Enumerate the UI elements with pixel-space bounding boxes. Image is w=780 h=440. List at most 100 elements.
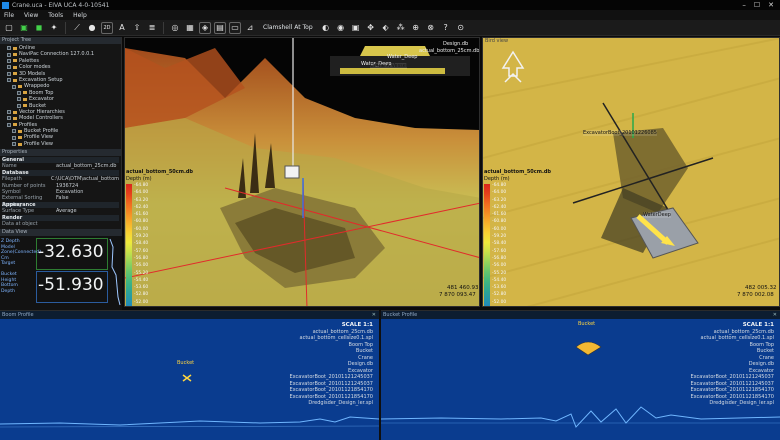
crane-icon[interactable]: ⟋ [71, 22, 83, 34]
folder-icon [18, 136, 22, 140]
legend-value: -60.80 [134, 219, 149, 225]
readout-label-depth: Z Depth Model Zone(Connected) Cm Target [1, 239, 42, 266]
eye-icon[interactable]: ◉ [335, 22, 347, 34]
checkbox-icon[interactable] [7, 116, 11, 121]
property-value[interactable]: Average [56, 208, 77, 214]
ruler-icon[interactable]: ▭ [229, 21, 241, 34]
layer-list-right: SCALE 1:1 actual_bottom_25cm.db actual_bot… [691, 322, 775, 407]
legend-value: -60.80 [492, 219, 507, 225]
tag-icon[interactable]: ⬖ [380, 22, 392, 34]
checkbox-icon[interactable] [12, 142, 16, 147]
grid-icon[interactable]: ▦ [184, 22, 196, 34]
menu-view[interactable]: View [24, 12, 38, 19]
boom-profile-panel[interactable]: Boom Profile ✕ Bucket SCALE 1:1 actual_bot… [0, 310, 379, 440]
layer-item[interactable]: actual_bottom_cellsize0.1.spl [691, 335, 775, 342]
minimize-button[interactable]: – [742, 1, 746, 9]
checkbox-icon[interactable] [17, 97, 21, 102]
camera-icon[interactable]: ◐ [320, 22, 332, 34]
new-file-icon[interactable]: ▢ [3, 22, 15, 34]
layer-item[interactable]: Dredgisder_Design_ler.spl [290, 400, 373, 407]
tree-item[interactable]: Profile View [2, 141, 119, 147]
legend-value: -62.40 [492, 204, 507, 210]
folder-icon [13, 53, 17, 57]
checkbox-icon[interactable] [7, 46, 11, 51]
close-panel-icon[interactable]: ✕ [372, 311, 379, 319]
data-view-header: Data View [0, 229, 122, 236]
property-value[interactable]: False [56, 195, 69, 201]
bird-view-viewport[interactable]: Bird view actual_bottom_50cm.db Depth (m… [482, 37, 780, 307]
view-preset-label[interactable]: Clamshell At Top [259, 24, 317, 31]
compass-icon[interactable]: ⊗ [425, 22, 437, 34]
help-icon[interactable]: ? [440, 22, 452, 34]
layer-item[interactable]: ExcavatorBoot_20101121854170 [691, 387, 775, 394]
legend-value: -63.20 [134, 197, 149, 203]
menu-help[interactable]: Help [73, 12, 87, 19]
globe-icon[interactable]: ⊕ [410, 22, 422, 34]
legend-value: -64.80 [492, 183, 507, 188]
checkbox-icon[interactable] [17, 103, 21, 108]
folder-icon [23, 91, 27, 95]
profile-area: Boom Profile ✕ Bucket SCALE 1:1 actual_bot… [0, 310, 780, 440]
boom-profile-title: Boom Profile [2, 312, 34, 318]
menu-tools[interactable]: Tools [48, 12, 63, 19]
view-3d-icon[interactable]: ◈ [199, 21, 211, 34]
record-icon[interactable]: ● [86, 22, 98, 34]
legend-value: -53.60 [492, 285, 507, 291]
actual-bottom-label: actual_bottom_25cm.db [419, 48, 480, 54]
open-folder-icon[interactable]: ▣ [18, 22, 30, 34]
bucket-point-label: Bucket [177, 360, 195, 366]
checkbox-icon[interactable] [12, 84, 16, 89]
network-icon[interactable]: ⁂ [395, 22, 407, 34]
folder-icon [23, 104, 27, 108]
measure-icon[interactable]: ⊿ [244, 22, 256, 34]
maximize-button[interactable]: ☐ [754, 1, 760, 9]
layer-item[interactable]: Dredgisder_Design_ler.spl [691, 400, 774, 407]
legend-labels: -64.80 -64.00 -63.20 -62.40 -61.60 -60.80 -60.… [134, 182, 149, 306]
crane-vessel-label: Crane A Vessel [370, 63, 408, 69]
close-button[interactable]: ✕ [768, 1, 774, 9]
save-icon[interactable]: ◼ [33, 22, 45, 34]
folder-icon [13, 59, 17, 63]
settings-icon[interactable]: ✦ [48, 22, 60, 34]
mode-2d-button[interactable]: 2D [101, 21, 113, 34]
view-side-icon[interactable]: ▤ [214, 21, 226, 34]
toolbar: ▢ ▣ ◼ ✦ ⟋ ● 2D A ⇧ ≣ ◎ ▦ ◈ ▤ ▭ ⊿ Clamshe… [0, 20, 780, 36]
layer-item[interactable]: ExcavatorBoot_20101121854170 [290, 387, 374, 394]
checkbox-icon[interactable] [17, 90, 21, 95]
bucket-profile-panel[interactable]: Bucket Profile ✕ Bucket SCALE 1:1 actual_b… [381, 310, 780, 440]
legend-value: -63.20 [492, 197, 507, 203]
checkbox-icon[interactable] [7, 122, 11, 127]
checkbox-icon[interactable] [7, 78, 11, 83]
layer-item[interactable]: actual_bottom_cellsize0.1.spl [290, 335, 374, 342]
bucket-point-label-right: Bucket [578, 321, 596, 327]
target-icon[interactable]: ◎ [169, 22, 181, 34]
checkbox-icon[interactable] [7, 65, 11, 70]
checkbox-icon[interactable] [7, 52, 11, 57]
property-row: Data at object [2, 221, 119, 227]
move-icon[interactable]: ✥ [365, 22, 377, 34]
layer-item[interactable]: ExcavatorBoot_20101121245037 [691, 374, 775, 381]
checkbox-icon[interactable] [12, 135, 16, 140]
capture-icon[interactable]: ▣ [350, 22, 362, 34]
legend-value: -58.40 [134, 241, 149, 247]
folder-icon [13, 65, 17, 69]
property-value[interactable]: actual_bottom_25cm.db [56, 163, 116, 169]
checkbox-icon[interactable] [7, 58, 11, 63]
legend-value: -54.40 [492, 277, 507, 283]
project-tree-header: Project Tree [0, 37, 121, 44]
text-tool-icon[interactable]: A [116, 22, 128, 34]
checkbox-icon[interactable] [12, 129, 16, 134]
legend-value: -52.00 [492, 299, 507, 305]
zoom-icon[interactable]: ⊙ [455, 22, 467, 34]
arrow-up-icon[interactable]: ⇧ [131, 22, 143, 34]
layers-icon[interactable]: ≣ [146, 22, 158, 34]
legend-title: actual_bottom_50cm.db [126, 169, 194, 175]
3d-viewport[interactable]: actual_bottom_50cm.db Depth (m) -64.80 -6… [124, 37, 480, 307]
layer-item[interactable]: ExcavatorBoot_20101121245037 [290, 374, 374, 381]
legend-value: -56.80 [492, 255, 507, 261]
legend-title-right: actual_bottom_50cm.db [484, 169, 552, 175]
close-panel-icon[interactable]: ✕ [773, 311, 780, 319]
menu-file[interactable]: File [4, 12, 14, 19]
checkbox-icon[interactable] [7, 110, 11, 115]
checkbox-icon[interactable] [7, 71, 11, 76]
